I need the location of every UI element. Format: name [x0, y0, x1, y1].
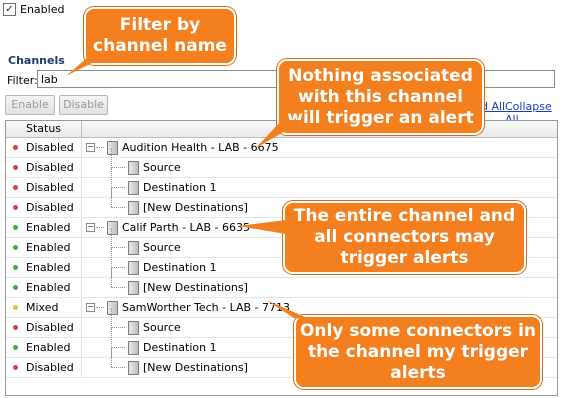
status-text: Disabled — [26, 161, 74, 174]
name-cell: Destination 1 — [82, 168, 556, 198]
status-text: Disabled — [26, 321, 74, 334]
connector-row[interactable]: Enabled [New Destinations] — [6, 268, 557, 298]
status-dot-icon — [13, 325, 18, 330]
status-cell: Enabled — [6, 258, 82, 277]
tree-connector-line — [111, 367, 125, 368]
status-dot-icon — [13, 305, 18, 310]
enable-button[interactable]: Enable — [5, 95, 55, 115]
collapse-toggle-icon[interactable]: − — [86, 143, 95, 152]
collapse-toggle-icon[interactable]: − — [86, 223, 95, 232]
tree-connector-line — [111, 327, 125, 328]
tree-connector-line — [111, 268, 112, 287]
status-text: Enabled — [26, 261, 71, 274]
channel-icon — [107, 221, 118, 235]
filter-label: Filter: — [7, 74, 38, 87]
connector-icon — [128, 341, 139, 355]
connector-icon — [128, 321, 139, 335]
tree-connector-line — [111, 167, 125, 168]
collapse-toggle-icon[interactable]: − — [86, 303, 95, 312]
connector-name: [New Destinations] — [143, 281, 248, 294]
connector-name: Source — [143, 241, 181, 254]
disable-button[interactable]: Disable — [59, 95, 108, 115]
connector-name: Source — [143, 321, 181, 334]
status-text: Mixed — [26, 301, 59, 314]
status-cell: Enabled — [6, 218, 82, 237]
status-text: Enabled — [26, 341, 71, 354]
connector-name: Destination 1 — [143, 341, 217, 354]
status-text: Disabled — [26, 141, 74, 154]
connector-name: [New Destinations] — [143, 201, 248, 214]
status-cell: Enabled — [6, 338, 82, 357]
status-cell: Enabled — [6, 238, 82, 257]
status-dot-icon — [13, 145, 18, 150]
callout-entire: The entire channel and all connectors ma… — [283, 201, 526, 274]
connector-name: Source — [143, 161, 181, 174]
callout-entire-pointer — [238, 220, 286, 234]
status-dot-icon — [13, 225, 18, 230]
connector-icon — [128, 241, 139, 255]
status-text: Enabled — [26, 281, 71, 294]
connector-icon — [128, 161, 139, 175]
connector-icon — [128, 201, 139, 215]
connector-name: Destination 1 — [143, 181, 217, 194]
status-text: Enabled — [26, 241, 71, 254]
connector-icon — [128, 181, 139, 195]
tree-connector-line — [111, 348, 112, 367]
status-dot-icon — [13, 245, 18, 250]
status-cell: Disabled — [6, 178, 82, 197]
tree-connector-line — [111, 188, 112, 207]
status-dot-icon — [13, 285, 18, 290]
connector-row[interactable]: Disabled Source — [6, 148, 557, 178]
tree-connector-line — [111, 207, 125, 208]
connector-name: [New Destinations] — [143, 361, 248, 374]
callout-filter-pointer — [66, 52, 114, 76]
connector-name: Destination 1 — [143, 261, 217, 274]
channel-name: Calif Parth - LAB - 6635 — [122, 221, 250, 234]
name-cell: − Audition Health - LAB - 6675 — [82, 138, 556, 157]
tree-connector-line — [111, 267, 125, 268]
channel-icon — [107, 141, 118, 155]
connector-icon — [128, 261, 139, 275]
status-dot-icon — [13, 205, 18, 210]
status-cell: Enabled — [6, 278, 82, 297]
status-column-header[interactable]: Status — [6, 121, 82, 137]
status-dot-icon — [13, 345, 18, 350]
callout-some: Only some connectors in the channel my t… — [294, 315, 542, 389]
tree-connector-line — [96, 307, 104, 308]
expand-all-link[interactable]: d All — [481, 100, 505, 113]
tree-connector-line — [96, 227, 104, 228]
tree-connector-line — [96, 147, 104, 148]
status-text: Disabled — [26, 181, 74, 194]
tree-connector-line — [111, 347, 125, 348]
connector-icon — [128, 281, 139, 295]
connector-row[interactable]: Disabled Destination 1 — [6, 168, 557, 198]
status-dot-icon — [13, 365, 18, 370]
name-cell: Source — [82, 148, 556, 178]
status-cell: Disabled — [6, 358, 82, 377]
status-cell: Disabled — [6, 138, 82, 157]
status-dot-icon — [13, 165, 18, 170]
status-cell: Disabled — [6, 318, 82, 337]
tree-connector-line — [111, 187, 125, 188]
tree-connector-line — [111, 247, 125, 248]
status-cell: Disabled — [6, 158, 82, 177]
status-dot-icon — [13, 185, 18, 190]
name-cell: [New Destinations] — [82, 268, 556, 297]
status-text: Disabled — [26, 201, 74, 214]
status-cell: Mixed — [6, 298, 82, 317]
enabled-checkbox[interactable]: ✓ — [3, 3, 16, 16]
tree-connector-line — [111, 287, 125, 288]
channels-section-title: Channels — [8, 54, 65, 67]
status-text: Enabled — [26, 221, 71, 234]
callout-nothing-pointer — [256, 120, 304, 148]
status-cell: Disabled — [6, 198, 82, 217]
status-text: Disabled — [26, 361, 74, 374]
enabled-label: Enabled — [20, 3, 65, 16]
connector-icon — [128, 361, 139, 375]
channel-icon — [107, 301, 118, 315]
status-dot-icon — [13, 265, 18, 270]
callout-some-pointer — [266, 300, 312, 320]
